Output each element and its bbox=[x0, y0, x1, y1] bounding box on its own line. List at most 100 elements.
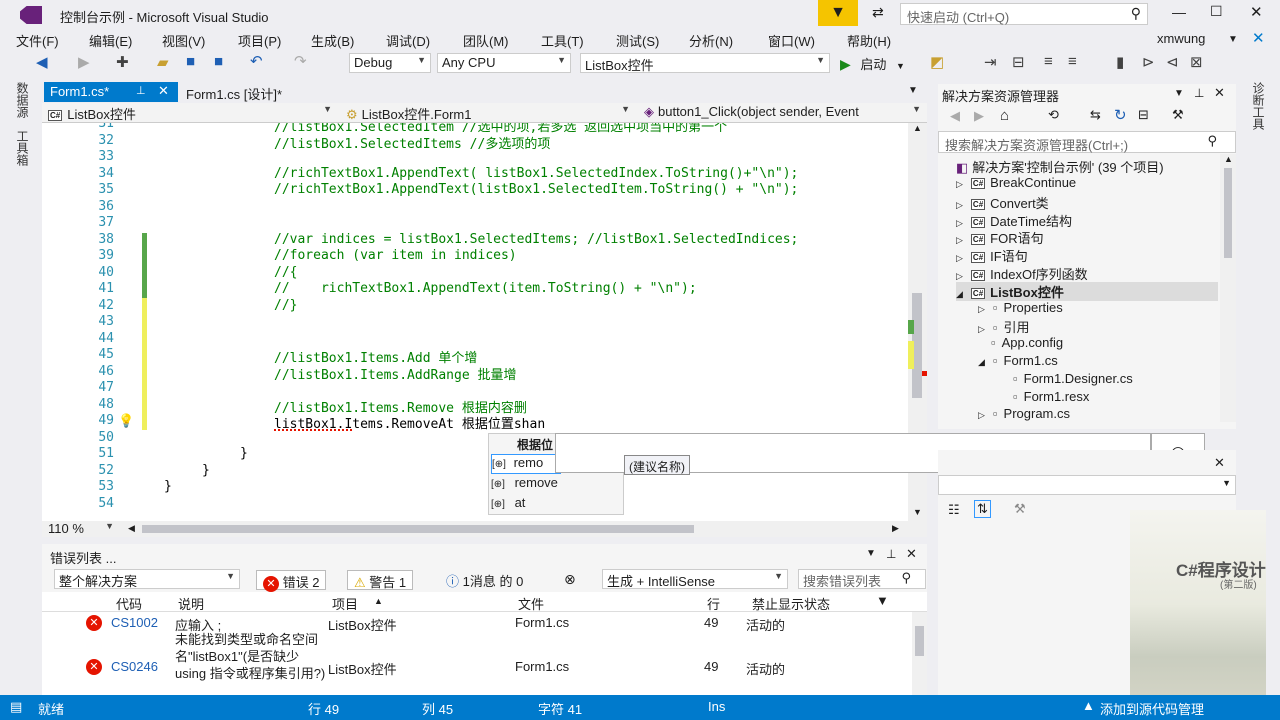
close-button[interactable]: ✕ bbox=[1250, 3, 1263, 21]
diagnostic-tools-tab[interactable]: 诊断工具 bbox=[1250, 82, 1267, 130]
menu-team[interactable]: 团队(M) bbox=[463, 31, 509, 50]
error-scope-select[interactable]: 整个解决方案 ▼ bbox=[54, 569, 240, 589]
table-row[interactable]: ✕ CS1002 应输入 ; ListBox控件 Form1.cs 49 活动的 bbox=[42, 612, 912, 634]
tree-item[interactable]: ▫ Form1.resx bbox=[1000, 389, 1089, 404]
menu-edit[interactable]: 编辑(E) bbox=[89, 31, 132, 50]
code-line[interactable]: //} bbox=[274, 298, 297, 313]
col-description[interactable]: 说明 bbox=[178, 594, 204, 613]
expand-arrow-icon[interactable]: ▷ bbox=[956, 200, 963, 210]
forward-icon[interactable]: ▶ bbox=[78, 53, 90, 71]
start-chevron-icon[interactable]: ▼ bbox=[896, 61, 905, 71]
hscroll-right-icon[interactable]: ▶ bbox=[892, 523, 899, 534]
scroll-up-icon[interactable]: ▲ bbox=[1224, 154, 1233, 164]
code-line[interactable]: //richTextBox1.AppendText( listBox1.Sele… bbox=[274, 166, 798, 181]
error-search-input[interactable]: 搜索错误列表 ⚲ bbox=[798, 569, 926, 589]
tab-form1-cs[interactable]: Form1.cs* ⊥ ✕ bbox=[44, 82, 178, 102]
expand-arrow-icon[interactable]: ▷ bbox=[956, 271, 963, 281]
col-line[interactable]: 行 bbox=[707, 594, 720, 613]
messages-filter-button[interactable]: ⓘ 1消息 的 0 bbox=[440, 570, 529, 590]
tab-close-icon[interactable]: ✕ bbox=[158, 83, 169, 99]
bookmark-next-icon[interactable]: ⊲ bbox=[1166, 53, 1179, 71]
expand-arrow-icon[interactable]: ◢ bbox=[978, 357, 985, 367]
alphabetical-icon[interactable]: ⇅ bbox=[974, 500, 991, 518]
feedback-icon[interactable]: ⇄ bbox=[872, 4, 884, 21]
expand-arrow-icon[interactable] bbox=[1000, 375, 1005, 385]
nav-class-select[interactable]: ⚙ ListBox控件.Form1 ▼ bbox=[342, 103, 634, 123]
source-control-arrow-icon[interactable]: ▲ bbox=[1082, 698, 1095, 713]
bookmark-prev-icon[interactable]: ⊳ bbox=[1142, 53, 1155, 71]
chevron-down-icon[interactable]: ▼ bbox=[1222, 478, 1231, 488]
expand-arrow-icon[interactable]: ▷ bbox=[956, 218, 963, 228]
indent-icon[interactable]: ≡ bbox=[1044, 53, 1053, 70]
expand-arrow-icon[interactable] bbox=[978, 339, 983, 349]
browser-link-icon[interactable]: ◩ bbox=[930, 53, 944, 71]
build-filter-select[interactable]: 生成 + IntelliSense ▼ bbox=[602, 569, 788, 589]
scroll-thumb[interactable] bbox=[915, 626, 924, 656]
back-icon[interactable]: ◀ bbox=[36, 53, 48, 71]
hscroll-left-icon[interactable]: ◀ bbox=[128, 523, 135, 534]
expand-arrow-icon[interactable]: ▷ bbox=[956, 253, 963, 263]
solution-search-input[interactable]: 搜索解决方案资源管理器(Ctrl+;) ⚲ bbox=[938, 131, 1236, 153]
tree-item[interactable]: ▷ ▫ Program.cs bbox=[978, 406, 1070, 421]
properties-icon[interactable]: ⚒ bbox=[1172, 107, 1184, 123]
menu-project[interactable]: 项目(P) bbox=[238, 31, 281, 50]
code-line[interactable]: //richTextBox1.AppendText(listBox1.Selec… bbox=[274, 182, 798, 197]
tree-item[interactable]: ▷ C# DateTime结构 bbox=[956, 211, 1072, 230]
nav-project-select[interactable]: C# ListBox控件 ▼ bbox=[44, 103, 336, 123]
tab-form1-design[interactable]: Form1.cs [设计]* bbox=[180, 82, 288, 102]
intellisense-item[interactable]: [⊕] remove bbox=[491, 475, 558, 490]
code-line[interactable]: //foreach (var item in indices) bbox=[274, 248, 517, 263]
start-button[interactable]: ▶ 启动 ▼ bbox=[840, 54, 905, 74]
error-code-link[interactable]: CS1002 bbox=[111, 615, 158, 630]
code-line[interactable]: } bbox=[164, 479, 172, 494]
hscroll-thumb[interactable] bbox=[142, 525, 694, 533]
step-icon[interactable]: ⇥ bbox=[984, 53, 997, 71]
expand-arrow-icon[interactable]: ▷ bbox=[956, 235, 963, 245]
search-icon[interactable]: ⚲ bbox=[1131, 5, 1141, 22]
collapse-all-icon[interactable]: ⊟ bbox=[1138, 107, 1149, 123]
menu-tools[interactable]: 工具(T) bbox=[541, 31, 584, 50]
config-select[interactable]: Debug ▼ bbox=[349, 53, 431, 73]
pin-icon[interactable]: ⊥ bbox=[136, 84, 146, 97]
tree-item[interactable]: ▫ App.config bbox=[978, 335, 1063, 350]
expand-arrow-icon[interactable]: ▷ bbox=[978, 324, 985, 334]
back-icon[interactable]: ◀ bbox=[950, 108, 960, 124]
categorized-icon[interactable]: ☷ bbox=[948, 502, 960, 518]
undo-icon[interactable]: ↶ bbox=[250, 52, 263, 70]
properties-object-select[interactable]: ▼ bbox=[938, 475, 1236, 495]
col-file[interactable]: 文件 bbox=[518, 594, 544, 613]
intellisense-item[interactable]: [⊕] remo bbox=[491, 454, 561, 474]
menu-help[interactable]: 帮助(H) bbox=[847, 31, 891, 50]
code-line[interactable]: //{ bbox=[274, 265, 297, 280]
tree-item[interactable]: ▷ C# Convert类 bbox=[956, 193, 1049, 212]
code-line[interactable]: } bbox=[240, 446, 248, 461]
panel-close-icon[interactable]: ✕ bbox=[906, 546, 917, 562]
save-all-icon[interactable]: ■ bbox=[214, 53, 223, 70]
tree-item[interactable]: ▷ ▫ 引用 bbox=[978, 317, 1030, 336]
code-line[interactable]: //var indices = listBox1.SelectedItems; … bbox=[274, 232, 798, 247]
panel-pin-icon[interactable]: ⊥ bbox=[1194, 86, 1204, 100]
expand-arrow-icon[interactable]: ▷ bbox=[978, 304, 985, 314]
warnings-filter-button[interactable]: ⚠ 警告 1 bbox=[347, 570, 414, 590]
panel-close-icon[interactable]: ✕ bbox=[1214, 85, 1225, 101]
expand-arrow-icon[interactable]: ▷ bbox=[978, 410, 985, 420]
filter-icon[interactable]: ▼ bbox=[876, 593, 889, 608]
zoom-select[interactable]: 110 % ▼ bbox=[44, 520, 118, 538]
solution-scrollbar[interactable]: ▲ bbox=[1220, 154, 1236, 422]
quick-launch-input[interactable]: 快速启动 (Ctrl+Q) ⚲ bbox=[900, 3, 1148, 25]
startup-project-select[interactable]: ListBox控件 ▼ bbox=[580, 53, 830, 73]
forward-icon[interactable]: ▶ bbox=[974, 108, 984, 124]
tree-item[interactable]: ▷ C# IF语句 bbox=[956, 246, 1028, 265]
menu-test[interactable]: 测试(S) bbox=[616, 31, 659, 50]
scroll-up-icon[interactable]: ▲ bbox=[913, 123, 922, 133]
expand-arrow-icon[interactable]: ▷ bbox=[956, 179, 963, 189]
panel-dropdown-icon[interactable]: ▼ bbox=[866, 548, 876, 559]
user-chevron-icon[interactable]: ▼ bbox=[1228, 34, 1238, 45]
minimize-button[interactable]: — bbox=[1172, 4, 1186, 20]
code-line[interactable]: //listBox1.SelectedItems //多选项的项 bbox=[274, 133, 550, 152]
open-file-icon[interactable]: ▰ bbox=[157, 53, 169, 71]
code-line[interactable]: } bbox=[202, 463, 210, 478]
scroll-thumb[interactable] bbox=[1224, 168, 1232, 258]
format-icon[interactable]: ⊟ bbox=[1012, 53, 1025, 71]
menu-close-icon[interactable]: ✕ bbox=[1252, 29, 1265, 47]
